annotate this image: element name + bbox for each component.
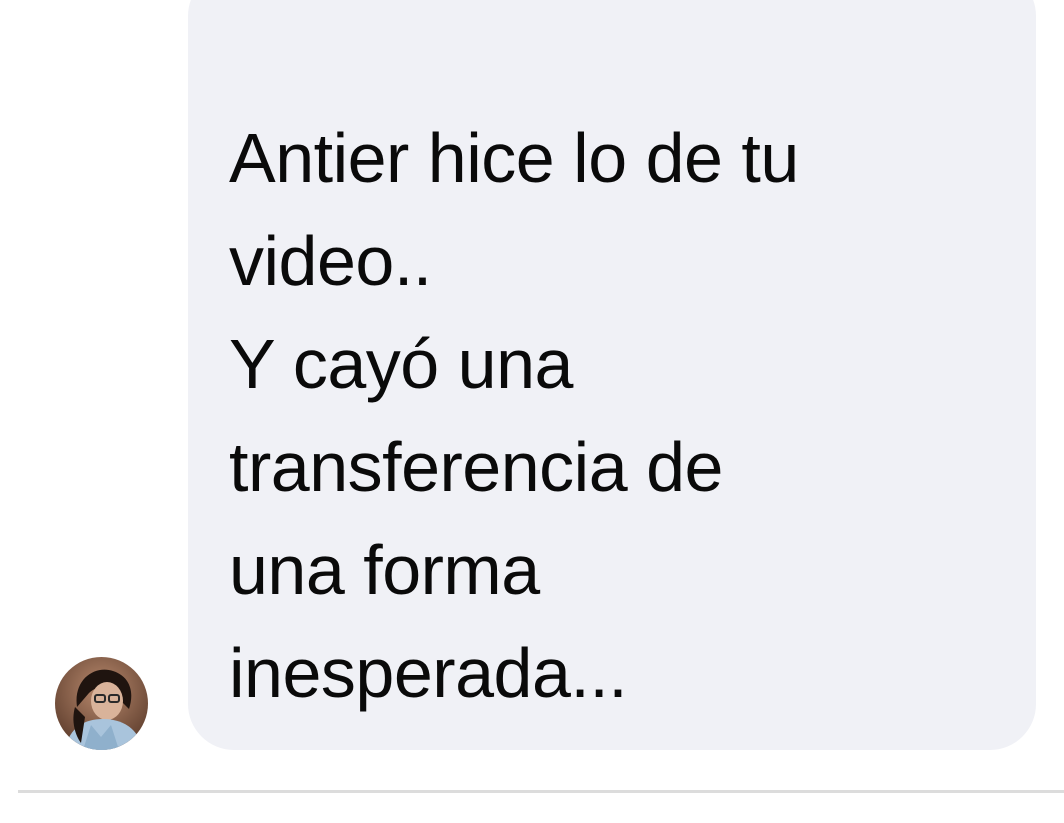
incoming-message-row: Antier hice lo de tu video.. Y cayó una … bbox=[0, 0, 1064, 760]
message-line: video.. bbox=[229, 222, 432, 300]
message-line: inesperada... bbox=[229, 634, 628, 712]
message-text: Antier hice lo de tu video.. Y cayó una … bbox=[229, 107, 1016, 725]
user-profile-photo-icon bbox=[55, 657, 148, 750]
chat-screen: Antier hice lo de tu video.. Y cayó una … bbox=[0, 0, 1064, 823]
message-line: Antier hice lo de tu bbox=[229, 119, 799, 197]
divider bbox=[18, 790, 1064, 793]
sender-avatar[interactable] bbox=[55, 657, 148, 750]
message-bubble[interactable]: Antier hice lo de tu video.. Y cayó una … bbox=[188, 0, 1036, 750]
message-line: una forma bbox=[229, 531, 540, 609]
message-line: Y cayó una bbox=[229, 325, 573, 403]
message-line: transferencia de bbox=[229, 428, 723, 506]
